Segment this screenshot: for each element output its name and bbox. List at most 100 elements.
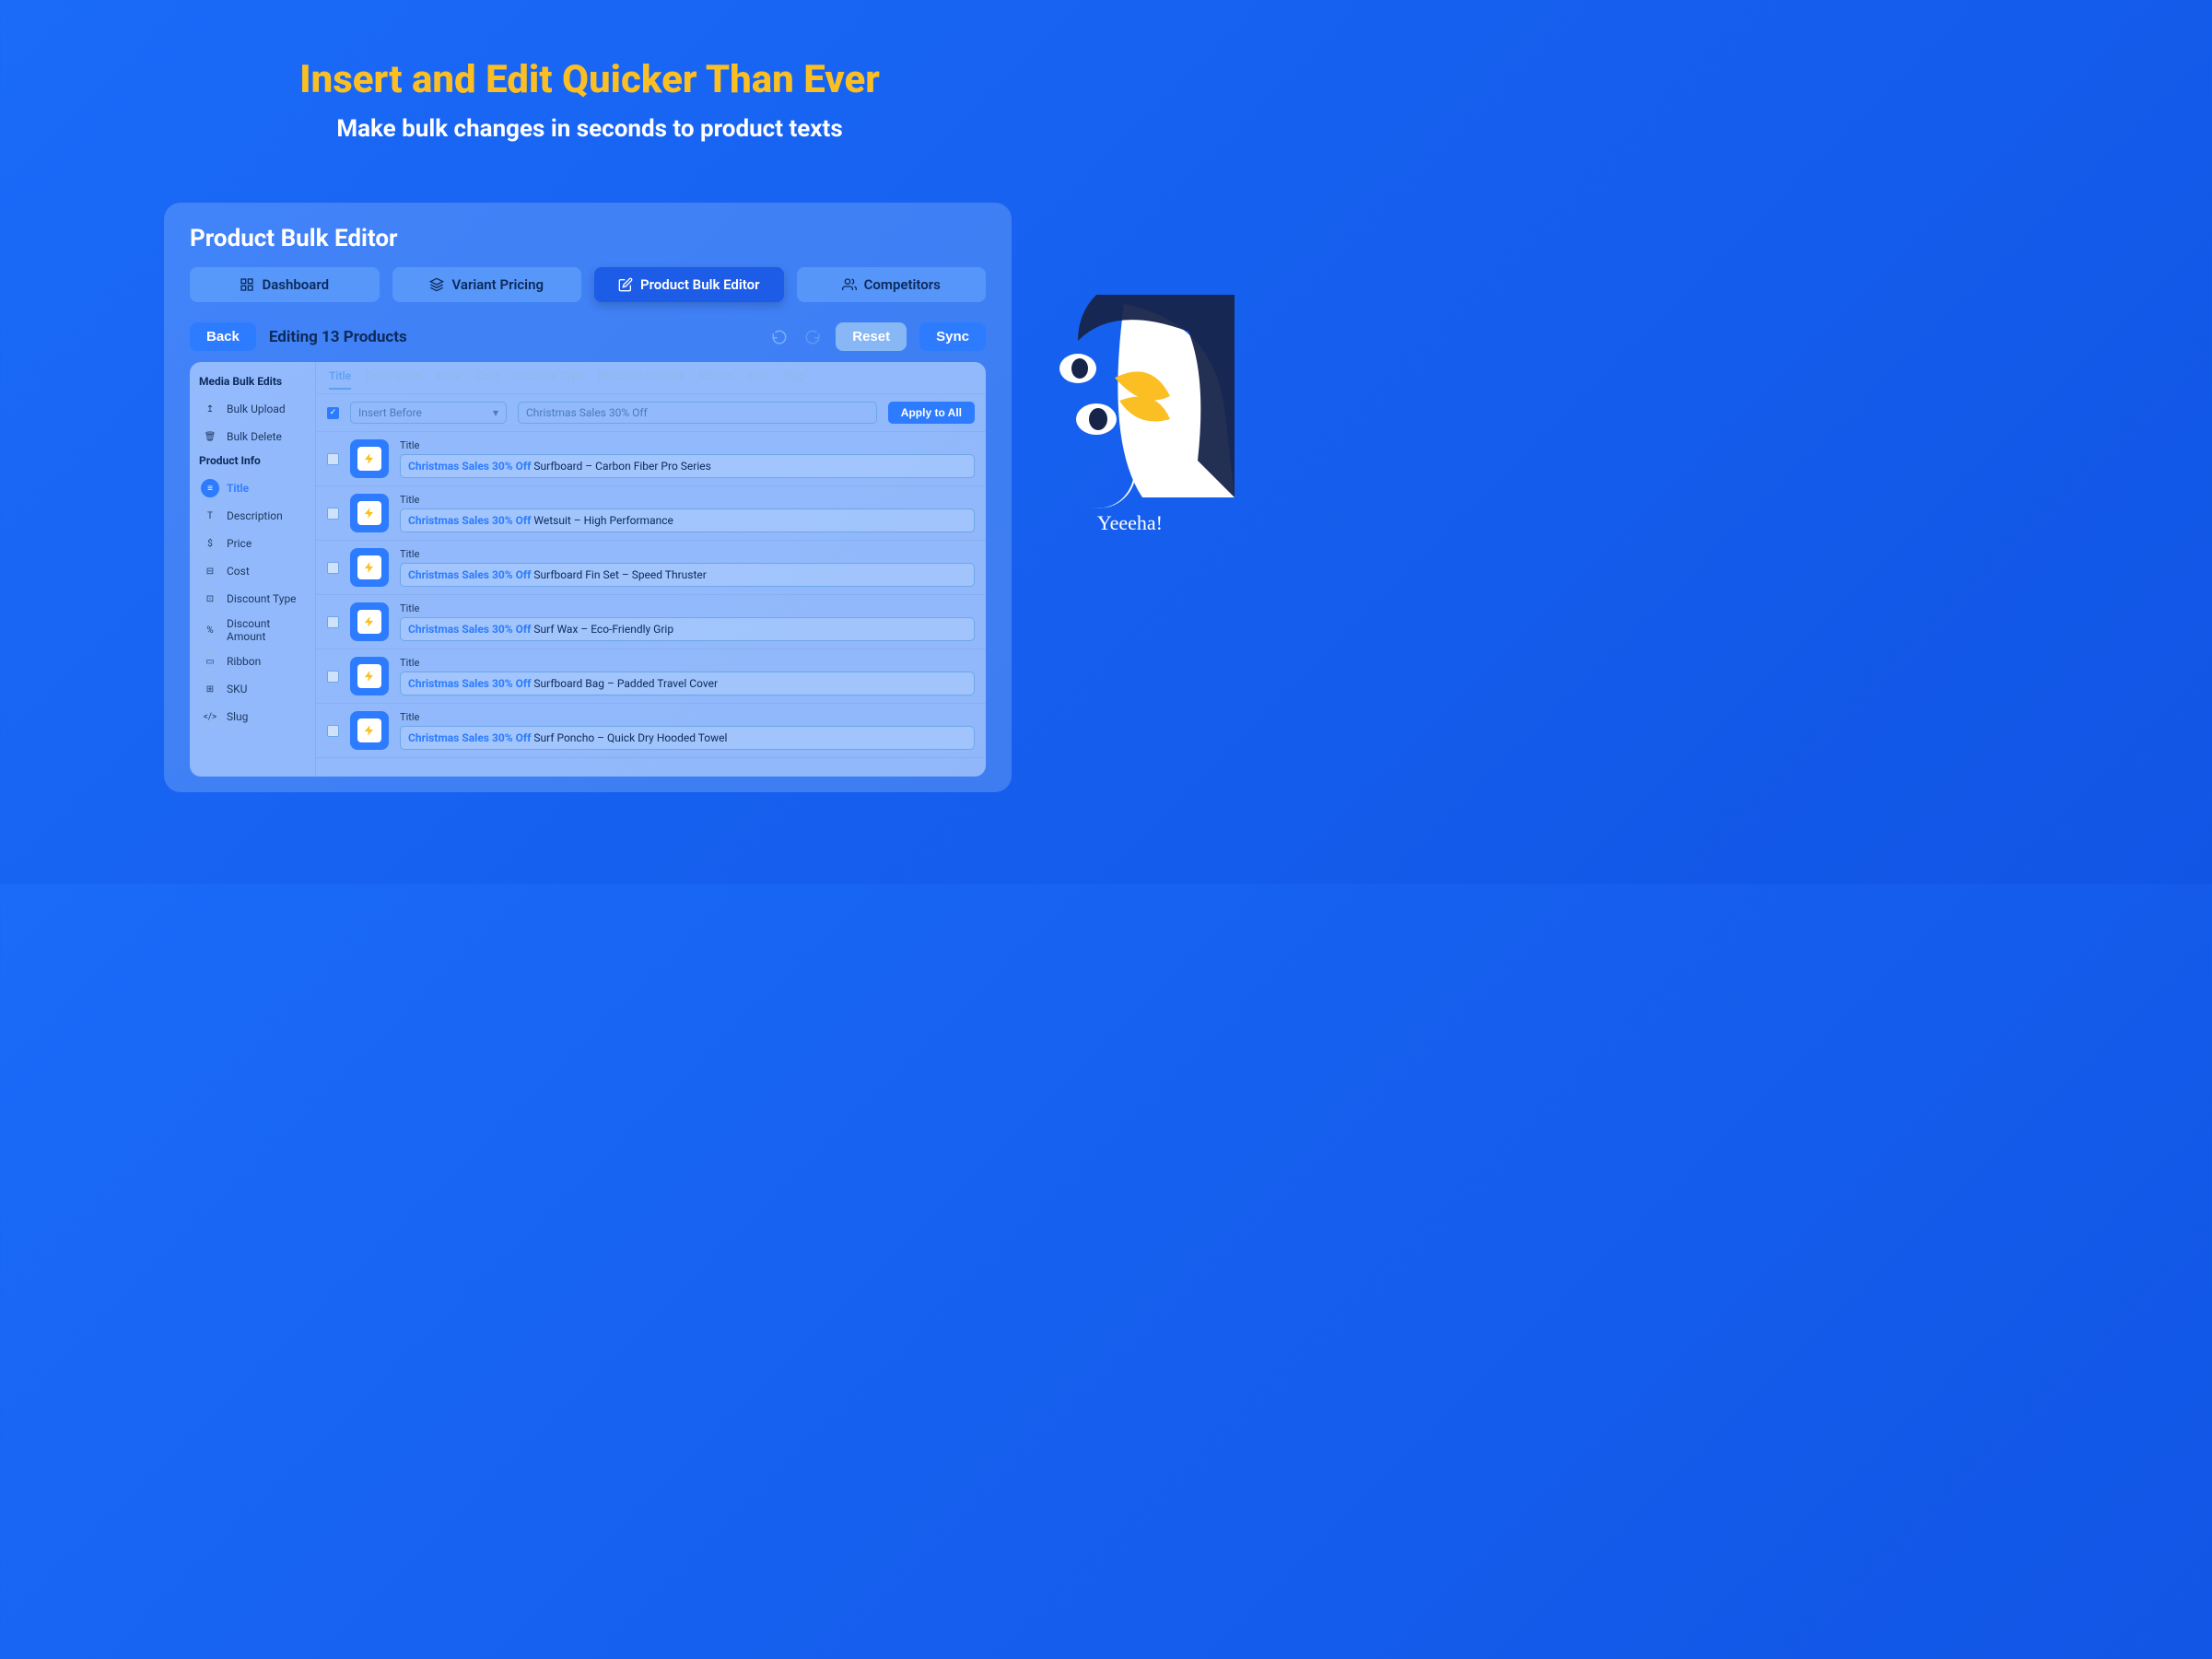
title-input[interactable]: Christmas Sales 30% Off Surfboard – Carb… xyxy=(400,454,975,478)
field-tab-title[interactable]: Title xyxy=(329,369,351,390)
title-input[interactable]: Christmas Sales 30% Off Surf Wax – Eco-F… xyxy=(400,617,975,641)
select-all-checkbox[interactable] xyxy=(327,407,339,419)
apply-all-button[interactable]: Apply to All xyxy=(888,402,975,424)
sidebar-bulk-delete[interactable]: 🗑 Bulk Delete xyxy=(197,423,308,450)
upload-icon: ↥ xyxy=(201,400,219,418)
sidebar-item-label: Discount Type xyxy=(227,592,297,605)
tab-competitors[interactable]: Competitors xyxy=(797,267,987,302)
sidebar-item-label: Description xyxy=(227,509,283,522)
field-tab-sku[interactable]: SKU xyxy=(747,369,767,390)
insert-text-input[interactable]: Christmas Sales 30% Off xyxy=(518,402,877,424)
row-field-label: Title xyxy=(400,548,975,560)
field-tabs: Title Description Price Cost Discount Ty… xyxy=(316,362,986,394)
editor-panel: Media Bulk Edits ↥ Bulk Upload 🗑 Bulk De… xyxy=(190,362,986,777)
sidebar-item-label: Bulk Delete xyxy=(227,430,282,443)
tab-label: Product Bulk Editor xyxy=(640,276,760,293)
redo-button[interactable] xyxy=(802,327,823,347)
editor-card: Product Bulk Editor Dashboard Variant Pr… xyxy=(164,203,1012,792)
row-checkbox[interactable] xyxy=(327,671,339,683)
sidebar-product-header: Product Info xyxy=(199,454,306,467)
row-field-label: Title xyxy=(400,657,975,669)
receipt-icon: ⊟ xyxy=(201,562,219,580)
sidebar-item-label: Discount Amount xyxy=(227,617,304,643)
row-field-label: Title xyxy=(400,711,975,723)
sidebar-discount-amount[interactable]: % Discount Amount xyxy=(197,613,308,648)
sidebar-item-label: Bulk Upload xyxy=(227,403,286,415)
title-input[interactable]: Christmas Sales 30% Off Surfboard Fin Se… xyxy=(400,563,975,587)
main-panel: Title Description Price Cost Discount Ty… xyxy=(315,362,986,777)
barcode-icon: ⊞ xyxy=(201,680,219,698)
field-tab-slug[interactable]: Slug xyxy=(783,369,804,390)
tab-label: Dashboard xyxy=(262,276,329,293)
row-field-label: Title xyxy=(400,439,975,451)
field-tab-ribbon[interactable]: Ribbon xyxy=(698,369,732,390)
row-field-label: Title xyxy=(400,602,975,614)
layers-icon xyxy=(429,277,444,292)
product-thumbnail xyxy=(350,548,389,587)
product-row: Title Christmas Sales 30% Off Surf Ponch… xyxy=(316,704,986,758)
chevron-down-icon: ▾ xyxy=(493,406,498,419)
users-icon xyxy=(842,277,857,292)
row-checkbox[interactable] xyxy=(327,616,339,628)
sidebar-ribbon[interactable]: ▭ Ribbon xyxy=(197,648,308,675)
tab-product-bulk-editor[interactable]: Product Bulk Editor xyxy=(594,267,784,302)
sidebar-sku[interactable]: ⊞ SKU xyxy=(197,675,308,703)
undo-button[interactable] xyxy=(769,327,790,347)
nav-tabs: Dashboard Variant Pricing Product Bulk E… xyxy=(190,267,986,302)
product-row: Title Christmas Sales 30% Off Surfboard … xyxy=(316,541,986,595)
sidebar-title[interactable]: ≡ Title xyxy=(197,474,308,502)
product-row: Title Christmas Sales 30% Off Wetsuit – … xyxy=(316,486,986,541)
insert-mode-select[interactable]: Insert Before ▾ xyxy=(350,402,507,424)
tab-label: Variant Pricing xyxy=(451,276,544,293)
row-checkbox[interactable] xyxy=(327,508,339,520)
reset-button[interactable]: Reset xyxy=(836,322,907,351)
tab-dashboard[interactable]: Dashboard xyxy=(190,267,380,302)
row-checkbox[interactable] xyxy=(327,453,339,465)
code-icon: </> xyxy=(201,707,219,726)
sidebar-item-label: Slug xyxy=(227,710,248,723)
sidebar-description[interactable]: T Description xyxy=(197,502,308,530)
row-checkbox[interactable] xyxy=(327,725,339,737)
sidebar-item-label: SKU xyxy=(227,683,247,695)
sidebar-slug[interactable]: </> Slug xyxy=(197,703,308,730)
field-tab-discount-type[interactable]: Discount Type xyxy=(514,369,584,390)
sidebar-item-label: Cost xyxy=(227,565,250,578)
sidebar-discount-type[interactable]: ⊡ Discount Type xyxy=(197,585,308,613)
edit-icon xyxy=(618,277,633,292)
type-icon: T xyxy=(201,507,219,525)
sidebar-item-label: Title xyxy=(227,482,249,495)
product-rows: Title Christmas Sales 30% Off Surfboard … xyxy=(316,432,986,777)
sidebar-bulk-upload[interactable]: ↥ Bulk Upload xyxy=(197,395,308,423)
mascot xyxy=(1032,295,1235,497)
hero-subtitle: Make bulk changes in seconds to product … xyxy=(0,115,1179,143)
product-thumbnail xyxy=(350,494,389,532)
hero-title: Insert and Edit Quicker Than Ever xyxy=(0,0,1179,102)
title-input[interactable]: Christmas Sales 30% Off Surf Poncho – Qu… xyxy=(400,726,975,750)
select-value: Insert Before xyxy=(358,406,422,419)
sidebar-item-label: Price xyxy=(227,537,252,550)
sidebar: Media Bulk Edits ↥ Bulk Upload 🗑 Bulk De… xyxy=(190,362,315,777)
sidebar-cost[interactable]: ⊟ Cost xyxy=(197,557,308,585)
toolbar: Back Editing 13 Products Reset Sync xyxy=(190,322,986,351)
tab-variant-pricing[interactable]: Variant Pricing xyxy=(392,267,582,302)
product-row: Title Christmas Sales 30% Off Surfboard … xyxy=(316,432,986,486)
field-tab-discount-amount[interactable]: Discount Amount xyxy=(598,369,684,390)
title-input[interactable]: Christmas Sales 30% Off Surfboard Bag – … xyxy=(400,672,975,695)
field-tab-cost[interactable]: Cost xyxy=(476,369,499,390)
sidebar-price[interactable]: $ Price xyxy=(197,530,308,557)
field-tab-description[interactable]: Description xyxy=(366,369,422,390)
product-thumbnail xyxy=(350,602,389,641)
row-checkbox[interactable] xyxy=(327,562,339,574)
sidebar-item-label: Ribbon xyxy=(227,655,261,668)
back-button[interactable]: Back xyxy=(190,322,256,351)
product-thumbnail xyxy=(350,657,389,695)
trash-icon: 🗑 xyxy=(201,427,219,446)
redo-icon xyxy=(804,329,821,345)
controls-row: Insert Before ▾ Christmas Sales 30% Off … xyxy=(316,394,986,432)
grid-icon xyxy=(240,277,254,292)
card-title: Product Bulk Editor xyxy=(190,225,986,252)
title-input[interactable]: Christmas Sales 30% Off Wetsuit – High P… xyxy=(400,508,975,532)
sync-button[interactable]: Sync xyxy=(919,322,986,351)
tab-label: Competitors xyxy=(864,276,941,293)
field-tab-price[interactable]: Price xyxy=(437,369,462,390)
